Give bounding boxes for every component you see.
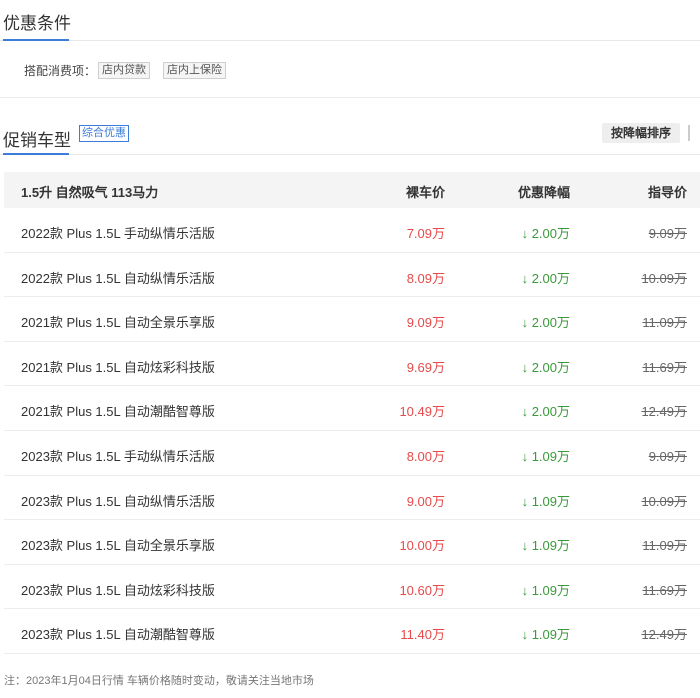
model-name[interactable]: 2021款 Plus 1.5L 自动炫彩科技版 [21, 357, 215, 376]
promo-badge: 综合优惠 [79, 125, 129, 142]
model-name[interactable]: 2023款 Plus 1.5L 自动全景乐享版 [21, 535, 215, 554]
market-note: 注：2023年1月04日行情 车辆价格随时变动，敬请关注当地市场 [4, 675, 314, 687]
discount-amount: ↓ 2.00万 [521, 226, 570, 241]
bare-price: 9.69万 [406, 359, 445, 375]
promo-title-underline [3, 153, 69, 155]
model-list: 2022款 Plus 1.5L 手动纵情乐活版 7.09万 ↓ 2.00万 9.… [4, 208, 700, 654]
conditions-row: 搭配消费项： 店内贷款 店内上保险 [24, 62, 237, 79]
header-engine: 1.5升 自然吸气 113马力 [21, 185, 159, 200]
section-divider [0, 97, 700, 98]
table-row[interactable]: 2023款 Plus 1.5L 手动纵情乐活版 8.00万 ↓ 1.09万 9.… [4, 431, 700, 476]
model-name[interactable]: 2023款 Plus 1.5L 自动潮酷智尊版 [21, 624, 215, 643]
discount-amount: ↓ 1.09万 [521, 627, 570, 643]
model-name[interactable]: 2022款 Plus 1.5L 自动纵情乐活版 [21, 268, 215, 287]
guide-price: 10.09万 [641, 493, 687, 509]
table-row[interactable]: 2021款 Plus 1.5L 自动炫彩科技版 9.69万 ↓ 2.00万 11… [4, 342, 700, 387]
model-name[interactable]: 2021款 Plus 1.5L 自动全景乐享版 [21, 312, 215, 331]
guide-price: 11.69万 [642, 359, 687, 375]
bare-price: 10.00万 [399, 538, 445, 554]
model-name[interactable]: 2023款 Plus 1.5L 自动炫彩科技版 [21, 580, 215, 599]
discount-amount: ↓ 1.09万 [521, 448, 570, 464]
discount-amount: ↓ 2.00万 [521, 404, 570, 420]
bare-price: 10.60万 [399, 582, 445, 598]
model-name[interactable]: 2021款 Plus 1.5L 自动潮酷智尊版 [21, 401, 215, 420]
discount-amount: ↓ 1.09万 [521, 582, 570, 598]
bare-price: 10.49万 [399, 404, 445, 420]
condition-tag-loan: 店内贷款 [98, 62, 151, 79]
table-row[interactable]: 2023款 Plus 1.5L 自动全景乐享版 10.00万 ↓ 1.09万 1… [4, 520, 700, 565]
conditions-label: 搭配消费项： [24, 64, 97, 78]
guide-price: 10.09万 [641, 270, 687, 286]
table-row[interactable]: 2021款 Plus 1.5L 自动潮酷智尊版 10.49万 ↓ 2.00万 1… [4, 386, 700, 431]
table-row[interactable]: 2021款 Plus 1.5L 自动全景乐享版 9.09万 ↓ 2.00万 11… [4, 297, 700, 342]
guide-price: 11.09万 [642, 538, 687, 554]
table-row[interactable]: 2023款 Plus 1.5L 自动纵情乐活版 9.00万 ↓ 1.09万 10… [4, 476, 700, 521]
condition-tag-insurance: 店内上保险 [163, 62, 227, 79]
promo-title: 促销车型 [3, 131, 71, 150]
discount-amount: ↓ 2.00万 [521, 359, 570, 375]
guide-price: 11.09万 [642, 315, 687, 331]
model-name[interactable]: 2023款 Plus 1.5L 自动纵情乐活版 [21, 491, 215, 510]
bare-price: 7.09万 [406, 226, 445, 241]
discount-amount: ↓ 2.00万 [521, 270, 570, 286]
sort-separator [688, 125, 690, 141]
model-name[interactable]: 2022款 Plus 1.5L 手动纵情乐活版 [21, 223, 215, 242]
guide-price: 12.49万 [641, 627, 687, 643]
header-discount: 优惠降幅 [517, 185, 570, 200]
conditions-title: 优惠条件 [3, 14, 71, 33]
guide-price: 9.09万 [648, 226, 687, 241]
guide-price: 9.09万 [648, 448, 687, 464]
conditions-header: 优惠条件 [0, 0, 700, 41]
discount-amount: ↓ 1.09万 [521, 538, 570, 554]
table-row[interactable]: 2023款 Plus 1.5L 自动潮酷智尊版 11.40万 ↓ 1.09万 1… [4, 609, 700, 654]
conditions-title-underline [3, 39, 69, 41]
bare-price: 11.40万 [400, 627, 445, 643]
table-row[interactable]: 2022款 Plus 1.5L 自动纵情乐活版 8.09万 ↓ 2.00万 10… [4, 253, 700, 298]
table-row[interactable]: 2022款 Plus 1.5L 手动纵情乐活版 7.09万 ↓ 2.00万 9.… [4, 208, 700, 253]
bare-price: 9.00万 [406, 493, 445, 509]
table-header: 1.5升 自然吸气 113马力 裸车价 优惠降幅 指导价 [4, 172, 700, 208]
guide-price: 11.69万 [642, 582, 687, 598]
header-guide-price: 指导价 [647, 185, 687, 200]
bare-price: 9.09万 [406, 315, 445, 331]
bare-price: 8.09万 [406, 270, 445, 286]
model-name[interactable]: 2023款 Plus 1.5L 手动纵情乐活版 [21, 446, 215, 465]
discount-amount: ↓ 2.00万 [521, 315, 570, 331]
header-price: 裸车价 [405, 185, 445, 200]
guide-price: 12.49万 [641, 404, 687, 420]
discount-amount: ↓ 1.09万 [521, 493, 570, 509]
bare-price: 8.00万 [406, 448, 445, 464]
sort-by-discount-button[interactable]: 按降幅排序 [602, 123, 680, 143]
table-row[interactable]: 2023款 Plus 1.5L 自动炫彩科技版 10.60万 ↓ 1.09万 1… [4, 565, 700, 610]
